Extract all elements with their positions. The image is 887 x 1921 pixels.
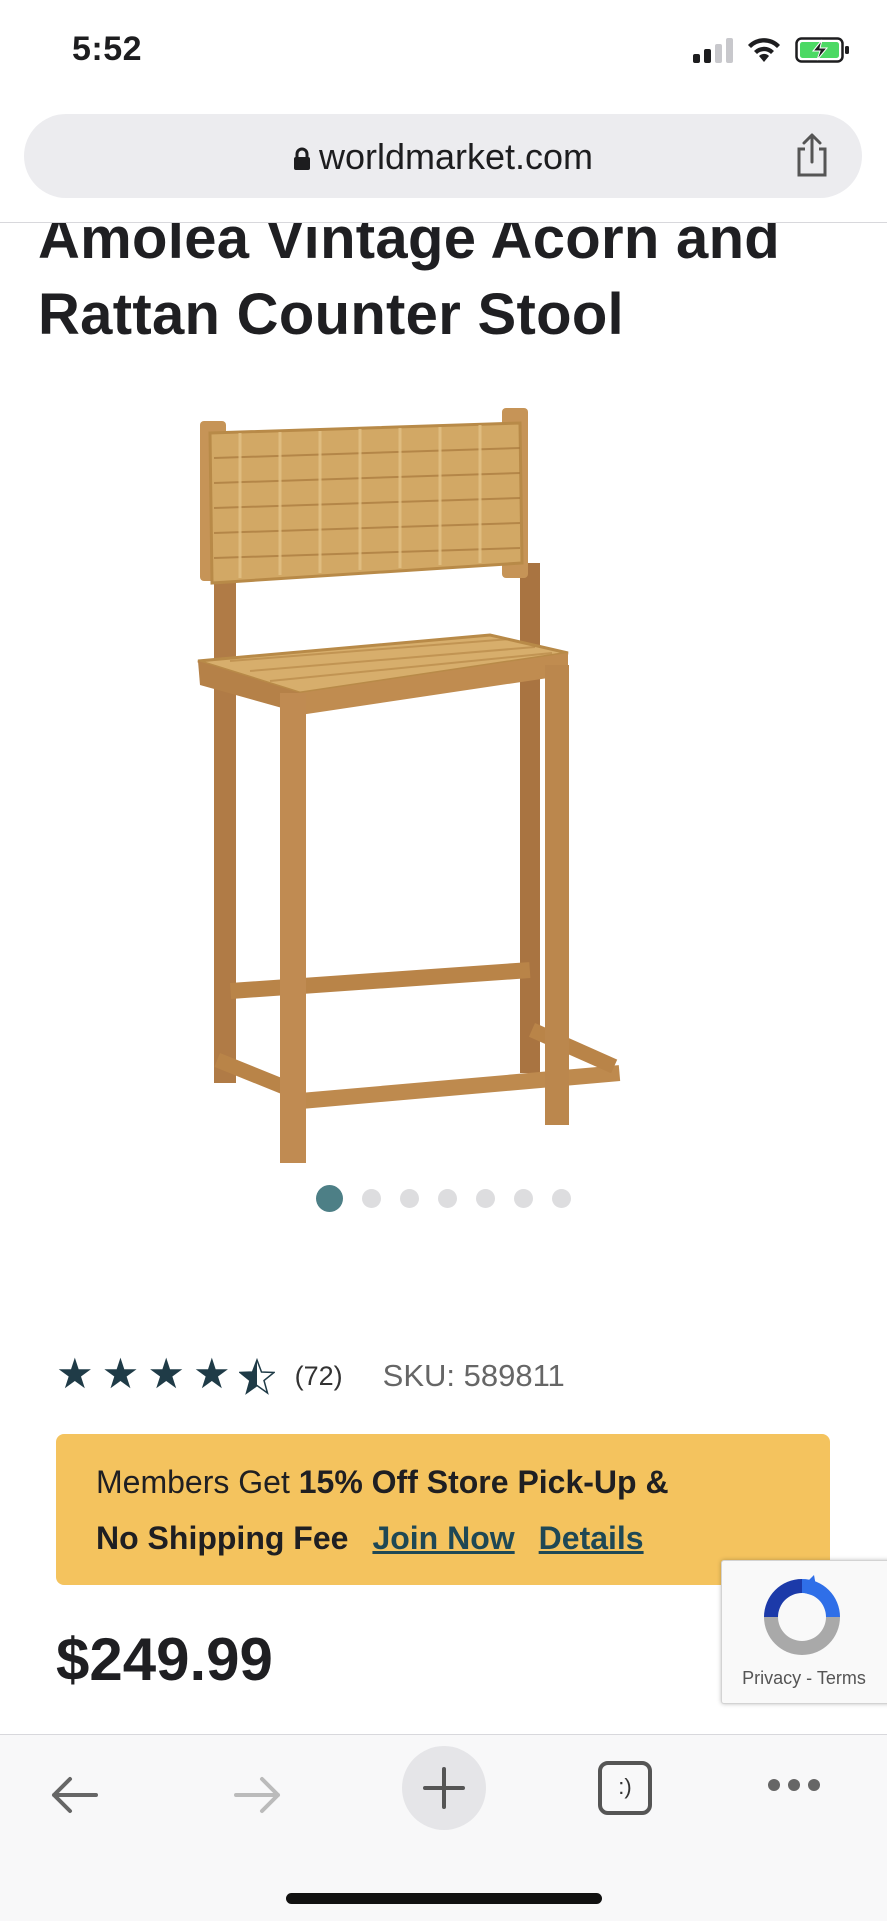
tabs-icon[interactable]: :) (598, 1761, 652, 1815)
promo-text-bold: 15% Off Store Pick-Up & (298, 1464, 669, 1500)
recaptcha-privacy-terms[interactable]: Privacy - Terms (722, 1668, 886, 1689)
carousel-dot[interactable] (400, 1189, 419, 1208)
tabs-icon-label: :) (618, 1774, 632, 1799)
star-full-icon: ★ (192, 1350, 231, 1397)
url-display[interactable]: worldmarket.com (24, 136, 862, 178)
carousel-dot[interactable] (476, 1189, 495, 1208)
new-tab-plus-icon[interactable] (401, 1745, 487, 1831)
lock-icon (293, 148, 310, 171)
star-full-icon: ★ (101, 1350, 140, 1397)
carousel-dot[interactable] (316, 1185, 343, 1212)
forward-arrow-icon[interactable] (230, 1767, 286, 1823)
image-carousel-dots[interactable] (316, 1185, 571, 1212)
back-arrow-icon[interactable] (46, 1767, 102, 1823)
star-rating[interactable]: ★ ★ ★ ★ (56, 1353, 275, 1399)
status-bar: 5:52 (0, 0, 887, 110)
home-indicator[interactable] (286, 1893, 602, 1904)
product-price: $249.99 (56, 1626, 273, 1693)
rating-row: ★ ★ ★ ★ (72) SKU: 589811 (56, 1353, 565, 1399)
star-full-icon: ★ (56, 1350, 94, 1397)
recaptcha-badge[interactable]: Privacy - Terms (721, 1560, 887, 1704)
product-image[interactable] (190, 403, 710, 1183)
promo-text-regular: Members Get (96, 1464, 299, 1500)
share-icon[interactable] (792, 132, 832, 178)
membership-promo-banner: Members Get 15% Off Store Pick-Up & No S… (56, 1434, 830, 1585)
battery-charging-icon (795, 37, 849, 63)
cellular-signal-icon (693, 37, 733, 63)
product-sku: SKU: 589811 (382, 1358, 565, 1393)
wifi-icon (748, 38, 780, 62)
more-menu-icon[interactable] (764, 1775, 824, 1795)
details-link[interactable]: Details (539, 1520, 644, 1556)
promo-line-2: No Shipping Fee Join Now Details (96, 1520, 644, 1557)
promo-line-1: Members Get 15% Off Store Pick-Up & (96, 1464, 669, 1501)
star-half-icon (238, 1357, 275, 1395)
star-full-icon: ★ (147, 1350, 185, 1397)
status-time: 5:52 (72, 30, 143, 68)
carousel-dot[interactable] (514, 1189, 533, 1208)
status-icons (693, 36, 851, 64)
carousel-dot[interactable] (362, 1189, 381, 1208)
recaptcha-logo-icon (764, 1575, 840, 1655)
carousel-dot[interactable] (552, 1189, 571, 1208)
url-text: worldmarket.com (318, 136, 594, 177)
carousel-dot[interactable] (438, 1189, 457, 1208)
review-count-link[interactable]: (72) (295, 1361, 343, 1392)
product-title: Amolea Vintage Acorn and Rattan Counter … (38, 223, 781, 347)
join-now-link[interactable]: Join Now (372, 1520, 514, 1556)
promo-text-bold: No Shipping Fee (96, 1520, 349, 1556)
address-bar[interactable]: worldmarket.com (24, 114, 862, 198)
